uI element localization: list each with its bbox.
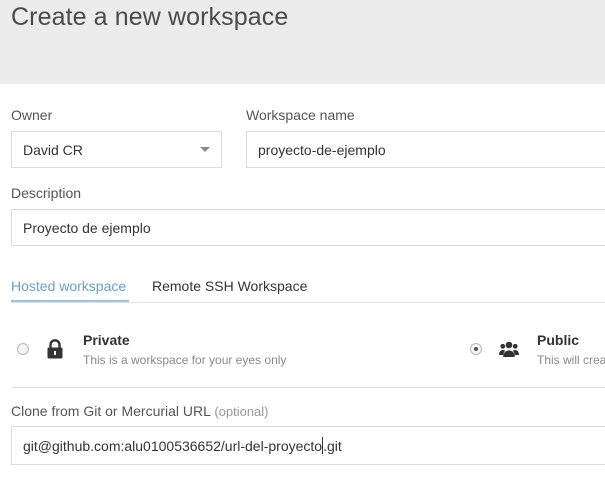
tabs-divider [11, 302, 605, 303]
users-icon [499, 341, 519, 357]
clone-url-input[interactable]: git@github.com:alu0100536652/url-del-pro… [11, 426, 605, 465]
section-divider [11, 387, 605, 388]
private-option-description: This is a workspace for your eyes only [83, 353, 287, 367]
workspace-name-value: proyecto-de-ejemplo [258, 141, 386, 158]
public-option-description: This will crea [537, 353, 605, 367]
workspace-name-label: Workspace name [246, 107, 355, 123]
clone-url-label-text: Clone from Git or Mercurial URL [11, 403, 211, 419]
public-option-title: Public [537, 332, 580, 348]
active-tab-indicator [11, 300, 129, 302]
private-radio[interactable] [17, 343, 29, 355]
description-value: Proyecto de ejemplo [23, 219, 151, 236]
private-option-title: Private [83, 332, 130, 348]
clone-url-label: Clone from Git or Mercurial URL (optiona… [11, 403, 269, 419]
tab-hosted-workspace[interactable]: Hosted workspace [11, 278, 126, 294]
public-radio[interactable] [470, 343, 482, 355]
owner-select-value: David CR [23, 141, 83, 158]
page-title: Create a new workspace [11, 3, 289, 31]
description-input[interactable]: Proyecto de ejemplo [11, 209, 605, 246]
workspace-name-input[interactable]: proyecto-de-ejemplo [246, 131, 605, 168]
clone-url-value: git@github.com:alu0100536652/url-del-pro… [23, 437, 323, 454]
clone-url-value-suffix: .git [323, 437, 342, 454]
owner-select[interactable]: David CR [11, 131, 222, 168]
page-header: Create a new workspace [0, 0, 605, 84]
lock-icon [47, 339, 63, 359]
tab-remote-ssh-workspace[interactable]: Remote SSH Workspace [152, 278, 307, 294]
owner-label: Owner [11, 107, 53, 123]
clone-url-optional-hint: (optional) [214, 404, 269, 419]
create-workspace-page: Create a new workspace Owner David CR Wo… [0, 0, 605, 487]
description-label: Description [11, 185, 82, 201]
chevron-down-icon [200, 147, 210, 152]
